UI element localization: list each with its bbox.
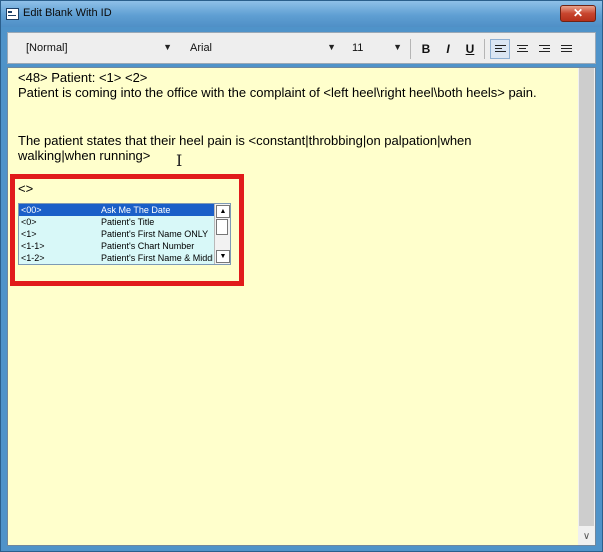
list-item-label: Patient's First Name & Middle [101, 253, 213, 263]
triangle-down-icon: ▼ [219, 253, 227, 260]
align-right-icon [538, 44, 550, 55]
align-left-icon [494, 44, 506, 55]
scroll-down-button[interactable]: ∨ [578, 528, 595, 545]
list-item-code: <0> [21, 217, 37, 227]
list-item-code: <1-2> [21, 253, 45, 263]
title-bar[interactable]: Edit Blank With ID ✕ [1, 1, 602, 27]
align-right-button[interactable] [534, 39, 554, 59]
chevron-down-icon: ▼ [163, 42, 172, 52]
list-item[interactable]: <1-1> Patient's Chart Number [19, 240, 215, 252]
justify-button[interactable] [556, 39, 576, 59]
toolbar-divider [484, 39, 485, 59]
text-editor[interactable]: <48> Patient: <1> <2> Patient is coming … [7, 67, 596, 546]
list-scrollbar[interactable]: ▲ ▼ [214, 204, 230, 264]
style-value: [Normal] [26, 42, 68, 54]
list-item-code: <00> [21, 205, 42, 215]
list-scroll-down-button[interactable]: ▼ [216, 250, 230, 263]
window-title: Edit Blank With ID [23, 7, 112, 19]
italic-button[interactable]: I [438, 39, 458, 59]
chevron-down-icon: ▼ [327, 42, 336, 52]
triangle-up-icon: ▲ [219, 208, 227, 215]
font-size-dropdown[interactable]: 11 ▼ [352, 40, 402, 56]
vertical-scrollbar[interactable]: ∨ [578, 68, 595, 545]
formatting-toolbar: [Normal] ▼ Arial ▼ 11 ▼ B I U [7, 32, 596, 64]
list-item-label: Ask Me The Date [101, 205, 171, 215]
editor-line: <48> Patient: <1> <2> [18, 70, 148, 85]
scrollbar-thumb[interactable] [579, 68, 594, 526]
bold-button[interactable]: B [416, 39, 436, 59]
list-item-label: Patient's Chart Number [101, 241, 195, 251]
font-size-value: 11 [352, 42, 364, 54]
list-item[interactable]: <1> Patient's First Name ONLY [19, 228, 215, 240]
list-item[interactable]: <1-2> Patient's First Name & Middle [19, 252, 215, 264]
font-dropdown[interactable]: Arial ▼ [190, 40, 336, 56]
align-center-button[interactable] [512, 39, 532, 59]
edit-blank-window: Edit Blank With ID ✕ [Normal] ▼ Arial ▼ … [0, 0, 603, 552]
editor-line: Patient is coming into the office with t… [18, 85, 537, 100]
close-button[interactable]: ✕ [560, 5, 596, 22]
text-cursor-icon: I [176, 151, 183, 170]
align-left-button[interactable] [490, 39, 510, 59]
list-scroll-thumb[interactable] [216, 219, 228, 235]
blank-id-autocomplete-list[interactable]: <00> Ask Me The Date <0> Patient's Title… [18, 203, 231, 265]
editor-line: The patient states that their heel pain … [18, 133, 472, 148]
align-center-icon [516, 44, 528, 55]
list-item-code: <1-1> [21, 241, 45, 251]
font-value: Arial [190, 42, 213, 54]
list-item-label: Patient's First Name ONLY [101, 229, 209, 239]
list-item[interactable]: <00> Ask Me The Date [19, 204, 215, 216]
editor-line: walking|when running> [18, 148, 151, 163]
list-item-label: Patient's Title [101, 217, 155, 227]
justify-icon [560, 44, 572, 55]
list-item-code: <1> [21, 229, 37, 239]
list-scroll-up-button[interactable]: ▲ [216, 205, 230, 218]
chevron-down-icon: ∨ [582, 531, 591, 542]
toolbar-divider [410, 39, 411, 59]
close-icon: ✕ [572, 6, 584, 20]
list-item[interactable]: <0> Patient's Title [19, 216, 215, 228]
app-icon [6, 8, 19, 20]
chevron-down-icon: ▼ [393, 42, 402, 52]
style-dropdown[interactable]: [Normal] ▼ [26, 40, 172, 56]
underline-button[interactable]: U [460, 39, 480, 59]
